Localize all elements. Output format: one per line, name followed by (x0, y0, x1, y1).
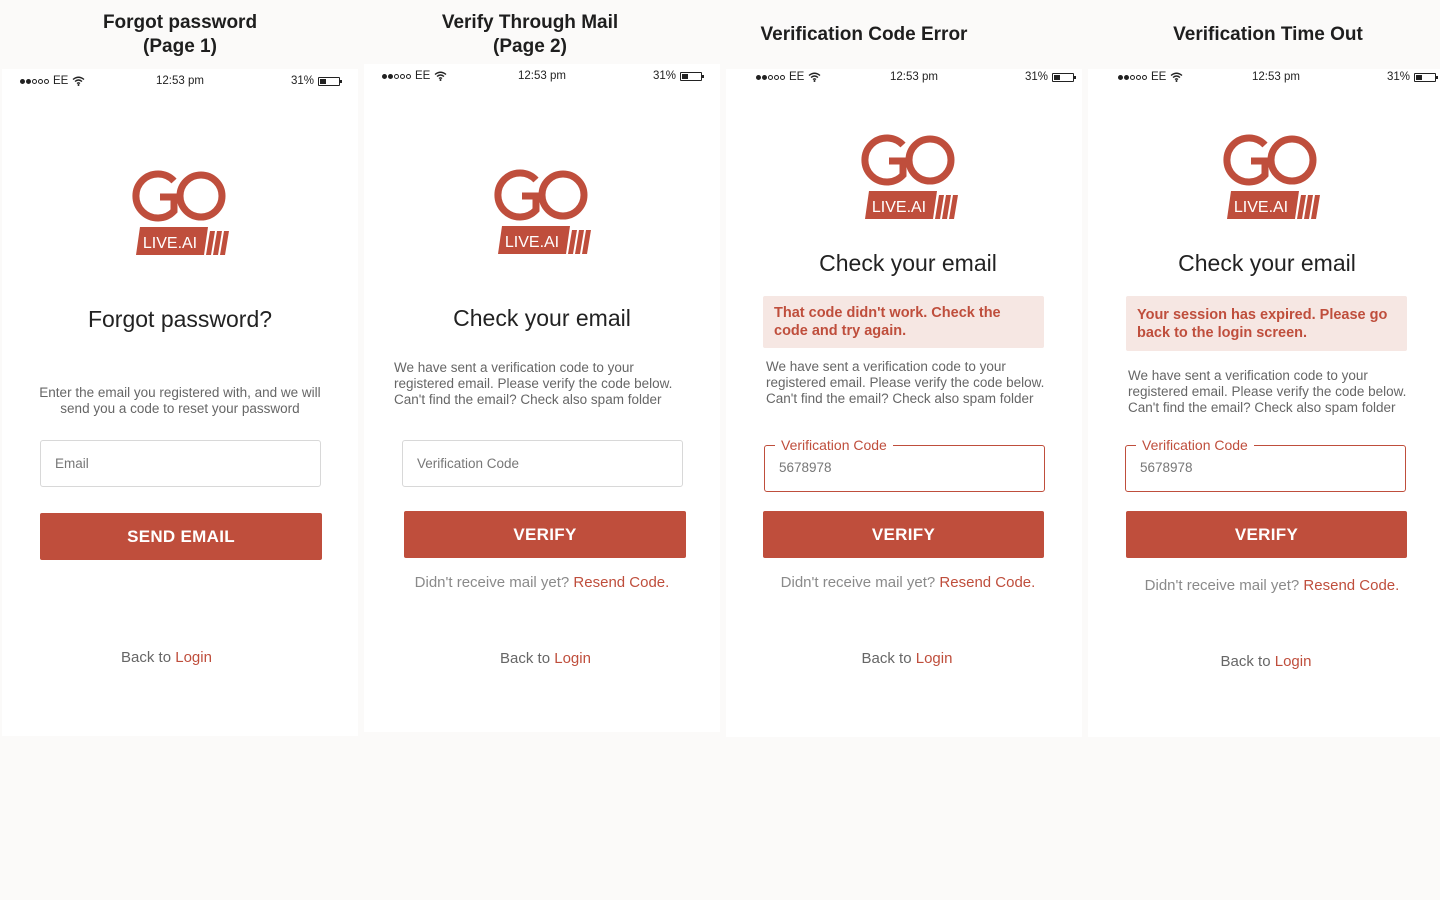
go-live-logo: LIVE.AI (861, 134, 958, 219)
column-title-verify-mail: Verify Through Mail (Page 2) (380, 11, 680, 59)
battery-icon (680, 71, 704, 81)
column-title-line1: Verify Through Mail (441, 12, 619, 33)
go-live-logo: LIVE.AI (1223, 134, 1320, 219)
resend-code-link[interactable]: Resend Code. (1303, 577, 1399, 594)
phone-screen-code-error: EE 12:53 pm 31% LIVE.AI Check your email… (726, 69, 1082, 737)
column-title-code-error: Verification Code Error (714, 23, 1014, 47)
error-message: That code didn't work. Check the code an… (763, 296, 1044, 348)
verification-code-label: Verification Code (1136, 437, 1254, 453)
logo-text: LIVE.AI (143, 235, 197, 252)
logo-text: LIVE.AI (505, 234, 559, 251)
resend-prompt: Didn't receive mail yet? Resend Code. (364, 574, 720, 591)
verification-code-label: Verification Code (775, 437, 893, 453)
email-field[interactable]: Email (40, 440, 321, 487)
status-bar: EE 12:53 pm 31% (726, 71, 1082, 87)
battery-percent: 31% (290, 75, 314, 87)
phone-screen-time-out: EE 12:53 pm 31% LIVE.AI Check your email… (1088, 69, 1440, 737)
battery-percent: 31% (1386, 71, 1410, 83)
back-prefix: Back to (1220, 653, 1275, 670)
phone-screen-forgot-password: EE 12:53 pm 31% LIVE.AI Forgot password?… (2, 69, 358, 736)
instructions: We have sent a verification code to your… (766, 359, 1045, 406)
column-title-time-out: Verification Time Out (1118, 23, 1418, 47)
resend-prompt: Didn't receive mail yet? Resend Code. (1088, 577, 1440, 594)
status-bar: EE 12:53 pm 31% (364, 70, 720, 86)
battery-percent: 31% (652, 70, 676, 82)
go-live-logo: LIVE.AI (132, 170, 229, 255)
status-bar: EE 12:53 pm 31% (2, 75, 358, 91)
back-prefix: Back to (861, 650, 916, 667)
resend-code-link[interactable]: Resend Code. (939, 574, 1035, 591)
battery: 31% (1386, 71, 1438, 83)
column-title-forgot-password: Forgot password (Page 1) (30, 11, 330, 59)
page-title: Check your email (819, 250, 997, 276)
battery-icon (1052, 72, 1076, 82)
battery-icon (318, 76, 342, 86)
send-email-button[interactable]: SEND EMAIL (40, 513, 322, 560)
column-title-line2: (Page 1) (143, 36, 217, 57)
email-placeholder: Email (55, 456, 89, 471)
page-title: Check your email (1178, 250, 1356, 276)
page-title: Check your email (453, 305, 631, 331)
verification-code-placeholder: Verification Code (417, 456, 520, 471)
resend-prefix: Didn't receive mail yet? (1144, 577, 1304, 594)
resend-prompt: Didn't receive mail yet? Resend Code. (734, 574, 1082, 591)
back-to-login: Back to Login (732, 650, 1082, 667)
battery: 31% (652, 70, 704, 82)
verification-code-value: 5678978 (779, 460, 832, 475)
login-link[interactable]: Login (1275, 653, 1312, 670)
column-title-line2: (Page 2) (493, 36, 567, 57)
battery: 31% (290, 75, 342, 87)
back-prefix: Back to (500, 650, 555, 667)
login-link[interactable]: Login (554, 650, 591, 667)
verification-code-field[interactable]: Verification Code (402, 440, 683, 487)
logo-text: LIVE.AI (872, 199, 926, 216)
error-message: Your session has expired. Please go back… (1126, 296, 1407, 351)
resend-code-link[interactable]: Resend Code. (573, 574, 669, 591)
verification-code-field[interactable]: Verification Code 5678978 (1125, 437, 1406, 492)
back-prefix: Back to (121, 649, 176, 666)
battery-icon (1414, 72, 1438, 82)
column-title-line1: Forgot password (102, 12, 258, 33)
verify-button[interactable]: VERIFY (404, 511, 686, 558)
back-to-login: Back to Login (0, 649, 358, 666)
resend-prefix: Didn't receive mail yet? (780, 574, 940, 591)
resend-prefix: Didn't receive mail yet? (414, 574, 574, 591)
battery: 31% (1024, 71, 1076, 83)
go-live-logo: LIVE.AI (494, 169, 591, 254)
battery-percent: 31% (1024, 71, 1048, 83)
logo-text: LIVE.AI (1234, 199, 1288, 216)
verify-button[interactable]: VERIFY (763, 511, 1044, 558)
verification-code-field[interactable]: Verification Code 5678978 (764, 437, 1045, 492)
verify-button[interactable]: VERIFY (1126, 511, 1407, 558)
back-to-login: Back to Login (1088, 653, 1440, 670)
page-title: Forgot password? (87, 306, 273, 332)
verification-code-value: 5678978 (1140, 460, 1193, 475)
instructions: We have sent a verification code to your… (1128, 368, 1407, 415)
column-title-line1: Verification Code Error (760, 24, 968, 45)
back-to-login: Back to Login (371, 650, 720, 667)
phone-screen-verify-mail: EE 12:53 pm 31% LIVE.AI Check your email… (364, 64, 720, 732)
instructions: Enter the email you registered with, and… (39, 385, 321, 416)
instructions: We have sent a verification code to your… (394, 360, 673, 407)
column-title-line1: Verification Time Out (1173, 24, 1363, 45)
login-link[interactable]: Login (175, 649, 212, 666)
status-bar: EE 12:53 pm 31% (1088, 71, 1440, 87)
login-link[interactable]: Login (916, 650, 953, 667)
